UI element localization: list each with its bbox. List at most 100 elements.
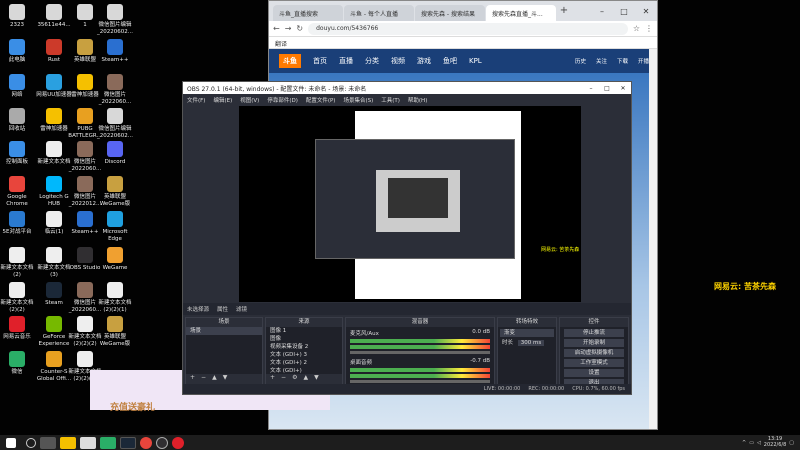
desktop-icon[interactable]: Discord — [96, 141, 134, 166]
site-nav-item[interactable]: KPL — [469, 57, 482, 65]
volume-slider[interactable] — [350, 351, 490, 354]
menu-tools[interactable]: 工具(T) — [381, 96, 400, 104]
notification-icon[interactable]: ▢ — [789, 440, 794, 446]
filters-button[interactable]: 滤镜 — [236, 305, 247, 313]
task-view-icon[interactable] — [40, 436, 56, 449]
desktop-icon[interactable]: Microsoft Edge — [96, 211, 134, 242]
desktop-icon[interactable]: 英雄联盟 WeGame版 — [96, 316, 134, 347]
add-icon[interactable]: + — [190, 374, 195, 384]
desktop-icon[interactable]: 2323 — [0, 4, 36, 29]
bookmark-item[interactable]: 翻译 — [275, 41, 287, 48]
desktop-icon[interactable]: WeGame — [96, 247, 134, 272]
move-down-icon[interactable]: ▼ — [314, 374, 319, 384]
maximize-icon[interactable]: □ — [613, 3, 635, 21]
desktop-icon[interactable]: Steam++ — [96, 39, 134, 64]
star-icon[interactable]: ☆ — [633, 24, 640, 33]
minimize-icon[interactable]: – — [583, 85, 599, 92]
desktop-icon[interactable]: 微信图片编辑_20220602... — [96, 108, 134, 139]
properties-button[interactable]: 属性 — [217, 305, 228, 313]
menu-file[interactable]: 文件(F) — [187, 96, 205, 104]
site-logo[interactable]: 斗鱼 — [279, 54, 301, 68]
follow-link[interactable]: 关注 — [596, 57, 607, 65]
menu-edit[interactable]: 编辑(E) — [213, 96, 232, 104]
desktop-icon[interactable]: Google Chrome — [0, 176, 36, 207]
browser-tab[interactable]: 斗鱼_直播搜索 — [273, 5, 343, 21]
new-tab-button[interactable]: + — [557, 5, 571, 21]
reload-icon[interactable]: ↻ — [296, 24, 303, 33]
menu-profile[interactable]: 配置文件(P) — [306, 96, 336, 104]
virtual-camera-button[interactable]: 启动虚拟摄像机 — [564, 349, 624, 357]
browser-tab[interactable]: 搜索先森 - 搜索结果 — [415, 5, 485, 21]
scene-item[interactable]: 场景 — [186, 327, 262, 335]
close-icon[interactable]: ✕ — [615, 85, 631, 92]
desktop-icon[interactable]: 微信图片_2022060... — [96, 74, 134, 105]
start-recording-button[interactable]: 开始录制 — [564, 339, 624, 347]
menu-help[interactable]: 帮助(H) — [408, 96, 427, 104]
gear-icon[interactable]: ⚙ — [292, 374, 297, 384]
file-explorer-icon[interactable] — [60, 436, 76, 449]
duration-input[interactable]: 300 ms — [517, 340, 545, 346]
obs-icon[interactable] — [156, 436, 168, 449]
steam-icon[interactable] — [120, 436, 136, 449]
menu-docks[interactable]: 停靠部件(D) — [267, 96, 298, 104]
golive-link[interactable]: 开播 — [638, 57, 649, 65]
browser-scrollbar[interactable] — [649, 49, 657, 429]
menu-icon[interactable]: ⋮ — [645, 24, 653, 33]
desktop-icon[interactable]: 控制面板 — [0, 141, 36, 166]
tray-expand-icon[interactable]: ^ — [742, 440, 746, 446]
browser-tab[interactable]: 斗鱼 - 每个人直播 — [344, 5, 414, 21]
source-item[interactable]: 文本 (GDI+) 2 — [266, 359, 342, 367]
search-icon[interactable] — [26, 437, 36, 448]
browser-tab-active[interactable]: 搜索先森直播_斗... — [486, 5, 556, 21]
studio-mode-button[interactable]: 工作室模式 — [564, 359, 624, 367]
maximize-icon[interactable]: □ — [599, 85, 615, 92]
start-icon[interactable] — [6, 437, 16, 448]
download-link[interactable]: 下载 — [617, 57, 628, 65]
desktop-icon[interactable]: 新建文本文档 (2)(2) — [0, 282, 36, 313]
site-nav-item[interactable]: 直播 — [339, 56, 353, 66]
forward-icon[interactable]: → — [285, 24, 292, 33]
remove-icon[interactable]: − — [281, 374, 286, 384]
move-up-icon[interactable]: ▲ — [212, 374, 217, 384]
desktop-icon[interactable]: 新建文本文档 (2)(2)(1) — [96, 282, 134, 313]
chrome-icon[interactable] — [140, 436, 152, 449]
site-nav-item[interactable]: 分类 — [365, 56, 379, 66]
source-item[interactable]: 视频采集设备 2 — [266, 343, 342, 351]
source-item[interactable]: 图像 — [266, 335, 342, 343]
site-nav-item[interactable]: 游戏 — [417, 56, 431, 66]
move-down-icon[interactable]: ▼ — [223, 374, 228, 384]
menu-view[interactable]: 视图(V) — [240, 96, 259, 104]
close-icon[interactable]: ✕ — [635, 3, 657, 21]
document-icon[interactable] — [80, 436, 96, 449]
clock[interactable]: 13:19 2022/6/8 — [764, 436, 786, 448]
desktop-icon[interactable]: 此电脑 — [0, 39, 36, 64]
source-item[interactable]: 图像 1 — [266, 327, 342, 335]
add-icon[interactable]: + — [270, 374, 275, 384]
site-nav-item[interactable]: 首页 — [313, 56, 327, 66]
desktop-icon[interactable]: 微信图片编辑_20220602... — [96, 4, 134, 35]
volume-icon[interactable]: ◁ — [757, 440, 761, 446]
volume-slider[interactable] — [350, 380, 490, 383]
settings-button[interactable]: 设置 — [564, 369, 624, 377]
stop-streaming-button[interactable]: 停止推流 — [564, 329, 624, 337]
remove-icon[interactable]: − — [201, 374, 206, 384]
desktop-icon[interactable]: 回收站 — [0, 108, 36, 133]
network-icon[interactable]: ▭ — [749, 440, 754, 446]
move-up-icon[interactable]: ▲ — [303, 374, 308, 384]
url-input[interactable]: douyu.com/5436766 — [308, 22, 628, 35]
menu-scene-collection[interactable]: 场景集合(S) — [343, 96, 373, 104]
desktop-icon[interactable]: 5E对战平台 — [0, 211, 36, 236]
netease-music-icon[interactable] — [172, 436, 184, 449]
desktop-icon[interactable]: 网易云音乐 — [0, 316, 36, 341]
desktop-icon[interactable]: 新建文本文档 (2) — [0, 247, 36, 278]
minimize-icon[interactable]: – — [591, 3, 613, 21]
back-icon[interactable]: ← — [273, 24, 280, 33]
desktop-icon[interactable]: 网络 — [0, 74, 36, 99]
desktop-icon[interactable]: 微信 — [0, 351, 36, 376]
obs-preview[interactable]: 网易云: 苦茶先森 — [239, 106, 581, 302]
wechat-icon[interactable] — [100, 436, 116, 449]
desktop-icon[interactable]: 英雄联盟 WeGame版 — [96, 176, 134, 207]
site-nav-item[interactable]: 视频 — [391, 56, 405, 66]
source-item[interactable]: 文本 (GDI+) 3 — [266, 351, 342, 359]
site-nav-item[interactable]: 鱼吧 — [443, 56, 457, 66]
